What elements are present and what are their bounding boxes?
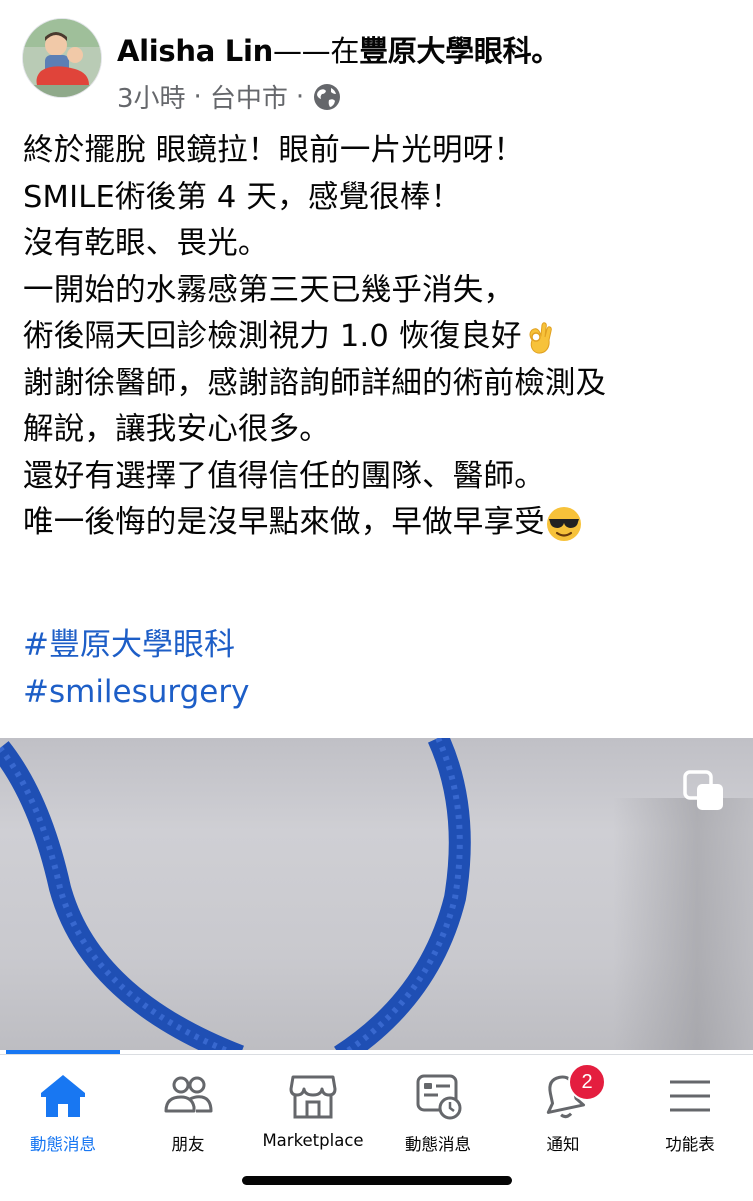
author-name[interactable]: Alisha Lin [117,34,273,68]
feeds-icon [416,1074,462,1120]
post-line-with-emoji: 術後隔天回診檢測視力 1.0 恢復良好 [23,314,733,361]
sunglasses-emoji-icon [546,506,581,541]
nav-label: 動態消息 [30,1135,96,1154]
post-header: Alisha Lin——在豐原大學眼科。 3小時 · 台中市 · [22,18,733,114]
post-meta: 3小時 · 台中市 · [117,78,342,115]
nav-item-menu[interactable]: 功能表 [627,1055,753,1165]
nav-item-notifications[interactable]: 2 通知 [500,1055,626,1165]
checkin-place[interactable]: 豐原大學眼科 [359,34,532,68]
post-line: 謝謝徐醫師，感謝諮詢師詳細的術前檢測及 [23,365,607,401]
author-line: Alisha Lin——在豐原大學眼科。 [117,28,560,70]
nav-label: 通知 [546,1135,580,1154]
hashtag-link[interactable]: #smilesurgery [23,669,249,716]
home-indicator-bar[interactable] [242,1176,512,1185]
post-line-with-emoji: 唯一後悔的是沒早點來做，早做早享受 [23,500,733,547]
hashtag-list: #豐原大學眼科 #smilesurgery [23,622,249,715]
nav-label: Marketplace [262,1131,364,1150]
post-text: 終於擺脫 眼鏡拉！眼前一片光明呀！ SMILE術後第 4 天，感覺很棒！ 沒有乾… [23,128,733,547]
nav-label: 朋友 [171,1135,205,1154]
meta-dot: · [193,81,202,112]
notification-count-badge: 2 [568,1063,606,1101]
post-time[interactable]: 3小時 [117,78,186,115]
menu-icon [670,1080,710,1112]
nav-item-marketplace[interactable]: Marketplace [250,1055,376,1165]
post-line: 還好有選擇了值得信任的團隊、醫師。 [23,458,545,494]
hashtag-link[interactable]: #豐原大學眼科 [23,622,249,669]
author-period: 。 [531,34,560,68]
avatar-photo [23,19,101,97]
post-line: 一開始的水霧感第三天已幾乎消失， [23,272,515,308]
nav-label: 動態消息 [405,1135,471,1154]
nav-label: 功能表 [665,1135,715,1154]
author-avatar[interactable] [22,18,102,98]
multiple-photos-icon [683,770,723,810]
globe-icon[interactable] [312,82,342,112]
post-line: 解說，讓我安心很多。 [23,412,330,447]
ok-hand-emoji-icon [529,321,552,354]
author-separator: ——在 [272,34,360,68]
post-photo[interactable] [0,738,753,1050]
post-line: 沒有乾眼、畏光。 [23,226,269,261]
post-line-text: 唯一後悔的是沒早點來做，早做早享受 [23,505,545,540]
photo-strap [0,738,471,1050]
marketplace-icon [289,1075,337,1119]
nav-item-feeds[interactable]: 動態消息 [375,1055,501,1165]
post-line: SMILE術後第 4 天，感覺很棒！ [23,179,462,215]
post-line-text: 術後隔天回診檢測視力 1.0 恢復良好 [23,319,522,354]
post-line: 終於擺脫 眼鏡拉！眼前一片光明呀！ [23,133,525,168]
post-location[interactable]: 台中市 [210,78,288,115]
nav-item-friends[interactable]: 朋友 [125,1055,251,1165]
nav-item-news-feed[interactable]: 動態消息 [0,1055,126,1165]
friends-icon [164,1076,213,1113]
home-icon [41,1075,85,1117]
meta-dot-2: · [295,81,305,112]
